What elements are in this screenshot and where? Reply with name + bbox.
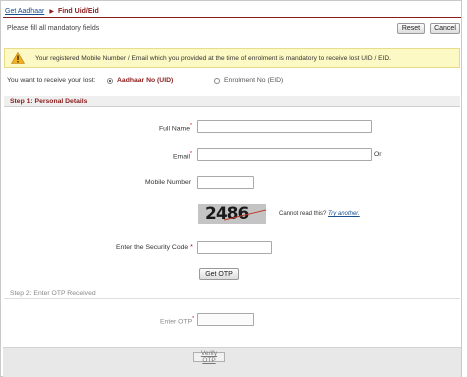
cancel-button[interactable]: Cancel: [430, 23, 460, 34]
security-code-label: Enter the Security Code *: [116, 244, 193, 251]
security-code-label-text: Enter the Security Code: [116, 244, 189, 251]
try-another-link[interactable]: Try another.: [328, 211, 360, 217]
breadcrumb-divider: [3, 17, 461, 18]
step2-header: Step 2: Enter OTP Received: [4, 288, 460, 299]
or-text: Or: [374, 151, 382, 158]
warning-icon: [11, 52, 25, 64]
email-label: Email*: [173, 151, 192, 160]
radio-aadhaar-uid-label[interactable]: Aadhaar No (UID): [117, 77, 173, 84]
full-name-label-text: Full Name: [159, 125, 190, 133]
mobile-number-input[interactable]: [197, 176, 254, 189]
step1-title: Step 1: Personal Details: [10, 98, 88, 105]
find-uid-eid-panel: Get Aadhaar ▶ Find Uid/Eid Please fill a…: [0, 0, 462, 377]
breadcrumb-arrow-icon: ▶: [49, 8, 54, 15]
otp-label-text: Enter OTP: [160, 318, 193, 326]
breadcrumb-current: Find Uid/Eid: [57, 7, 99, 15]
notice-text: Your registered Mobile Number / Email wh…: [35, 55, 391, 62]
full-name-input[interactable]: [197, 120, 372, 133]
step2-title: Step 2: Enter OTP Received: [10, 290, 96, 297]
mobile-label: Mobile Number: [145, 179, 192, 186]
required-mark: *: [190, 151, 192, 157]
captcha-image: 2486: [198, 204, 266, 224]
receive-type-label: You want to receive your lost:: [7, 77, 96, 84]
required-mark: *: [190, 244, 193, 251]
notice-banner: Your registered Mobile Number / Email wh…: [4, 48, 460, 68]
step1-header: Step 1: Personal Details: [4, 96, 460, 107]
otp-label: Enter OTP*: [160, 316, 194, 325]
security-code-input[interactable]: [197, 241, 272, 254]
required-mark: *: [189, 123, 192, 129]
radio-enrolment-eid[interactable]: [214, 78, 220, 84]
verify-otp-button[interactable]: Verify OTP: [193, 350, 225, 364]
reset-button[interactable]: Reset: [397, 23, 425, 34]
radio-enrolment-eid-label[interactable]: Enrolment No (EID): [224, 77, 283, 84]
full-name-label: Full Name*: [159, 123, 192, 132]
breadcrumb-get-aadhaar-link[interactable]: Get Aadhaar: [5, 8, 44, 15]
captcha-help: Cannot read this? Try another.: [279, 211, 360, 217]
mandatory-note: Please fill all mandatory fields: [7, 25, 100, 32]
radio-aadhaar-uid[interactable]: [107, 78, 113, 84]
cant-read-text: Cannot read this?: [279, 211, 327, 217]
breadcrumb: Get Aadhaar ▶ Find Uid/Eid: [5, 6, 99, 16]
email-label-text: Email: [173, 153, 190, 161]
get-otp-button[interactable]: Get OTP: [199, 268, 239, 280]
email-input[interactable]: [197, 148, 372, 161]
otp-input[interactable]: [197, 313, 254, 326]
footer-bar: [3, 347, 461, 377]
captcha-strike-line: [223, 209, 266, 221]
required-mark: *: [192, 316, 195, 322]
